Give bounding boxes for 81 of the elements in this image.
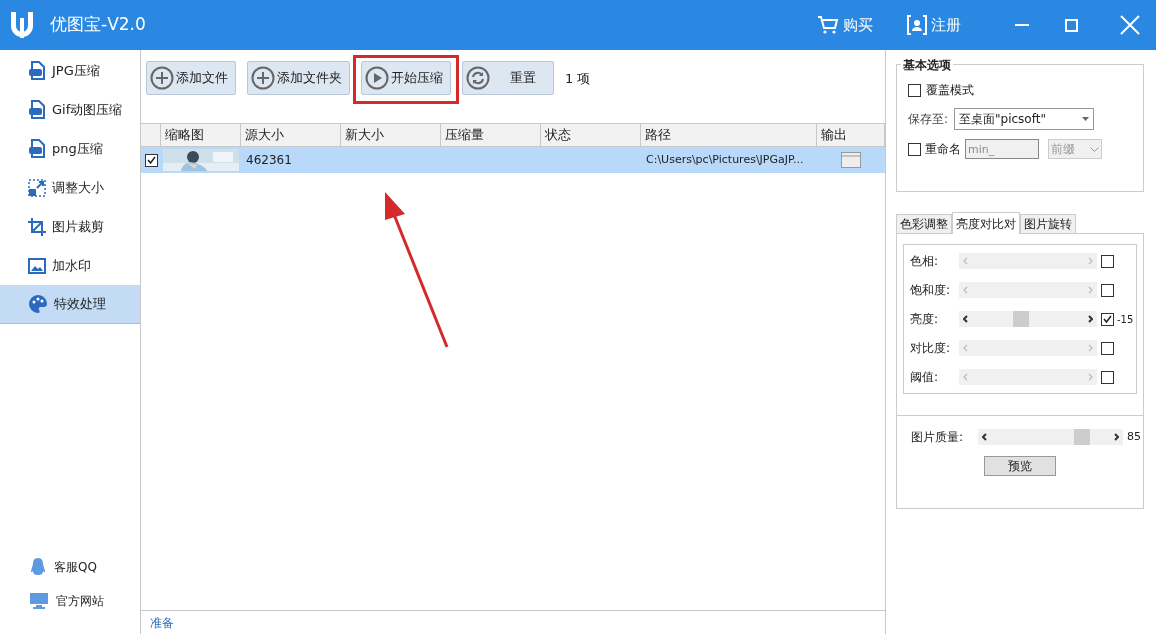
checkbox[interactable] [1101, 283, 1114, 297]
palette-icon [28, 294, 48, 314]
tab[interactable]: 亮度对比对 [952, 212, 1020, 234]
checkbox[interactable] [1101, 312, 1114, 326]
file-icon [28, 138, 46, 159]
checkbox[interactable] [1101, 341, 1114, 355]
logo-icon [8, 10, 36, 40]
sidebar-item[interactable]: JPG压缩 [0, 51, 140, 90]
column-header[interactable]: 缩略图 [161, 124, 241, 146]
slider-label: 色相: [910, 253, 940, 270]
image-icon [28, 257, 46, 274]
slider[interactable] [978, 429, 1123, 445]
column-header[interactable]: 状态 [541, 124, 641, 146]
sidebar-link[interactable]: 客服QQ [0, 550, 140, 584]
sidebar-item[interactable]: 调整大小 [0, 168, 140, 207]
folder-icon[interactable] [841, 152, 861, 168]
toolbar-button[interactable]: 开始压缩 [361, 61, 451, 95]
file-icon [28, 60, 46, 81]
penguin-icon [30, 558, 46, 576]
play-icon [365, 66, 389, 90]
resize-icon [28, 178, 46, 197]
sidebar-item[interactable]: 加水印 [0, 246, 140, 285]
slider-thumb[interactable] [1013, 311, 1030, 327]
caret-icon [1082, 117, 1090, 121]
tab[interactable]: 色彩调整 [896, 214, 952, 233]
check-icon [1103, 314, 1112, 324]
cart-icon [817, 15, 839, 35]
checkbox[interactable] [908, 142, 921, 156]
table-cell-text: 462361 [245, 152, 293, 169]
maximize-icon[interactable] [1065, 18, 1078, 32]
column-header[interactable]: 路径 [641, 124, 817, 146]
table-row[interactable]: 462361 C:\Users\pc\Pictures\JPGaJP... [141, 147, 885, 173]
checkbox[interactable] [1101, 254, 1114, 268]
title-action-button[interactable]: 注册 [907, 13, 961, 37]
slider-label: 亮度: [910, 311, 940, 328]
plus-circle-icon [150, 66, 174, 90]
window-title: 优图宝-V2.0 [50, 13, 146, 37]
item-count: 1 项 [565, 70, 591, 88]
checkbox[interactable] [1101, 370, 1114, 384]
checkbox[interactable] [144, 153, 158, 167]
checkbox-label: 覆盖模式 [926, 82, 974, 99]
minimize-icon[interactable] [1015, 24, 1029, 26]
slider-thumb[interactable] [1074, 429, 1091, 445]
checkbox[interactable] [908, 83, 921, 97]
checkbox-label: 重命名 [925, 141, 961, 158]
refresh-icon [466, 66, 490, 90]
crop-icon [28, 217, 46, 236]
slider-value: -15 [1117, 312, 1134, 327]
close-icon[interactable] [1120, 15, 1140, 35]
table-cell-text: C:\Users\pc\Pictures\JPGaJP... [645, 151, 805, 168]
column-header[interactable]: 输出 [817, 124, 885, 146]
toolbar-button[interactable]: 添加文件 [146, 61, 236, 95]
slider-label: 图片质量: [911, 429, 965, 446]
slider-value: 85 [1127, 428, 1141, 445]
id-card-icon [907, 15, 927, 35]
sidebar-item[interactable]: png压缩 [0, 129, 140, 168]
sidebar-item[interactable]: 图片裁剪 [0, 207, 140, 246]
plus-circle-icon [251, 66, 275, 90]
title-action-button[interactable]: 购买 [817, 13, 873, 37]
group-title: 基本选项 [901, 56, 953, 74]
slider-label: 饱和度: [910, 282, 952, 299]
tab[interactable]: 图片旋转 [1020, 214, 1076, 233]
toolbar-button[interactable]: 重置 [462, 61, 554, 95]
column-header[interactable]: 压缩量 [441, 124, 541, 146]
toolbar-button[interactable]: 添加文件夹 [247, 61, 350, 95]
status-text: 准备 [150, 614, 174, 632]
sidebar-item[interactable]: Gif动图压缩 [0, 90, 140, 129]
slider-label: 阈值: [910, 369, 940, 386]
column-header[interactable]: 源大小 [241, 124, 341, 146]
sidebar-item[interactable]: 特效处理 [0, 285, 140, 324]
file-icon [28, 99, 46, 120]
check-icon [146, 155, 156, 165]
slider-label: 对比度: [910, 340, 952, 357]
field-label: 保存至: [908, 111, 949, 128]
monitor-icon [30, 593, 48, 609]
sidebar-link[interactable]: 官方网站 [0, 584, 140, 618]
save-to-dropdown[interactable]: 至桌面"picsoft" [954, 108, 1095, 130]
preview-button[interactable]: 预览 [984, 456, 1056, 476]
slider[interactable] [959, 311, 1097, 327]
column-header[interactable]: 新大小 [341, 124, 441, 146]
caret-icon [1090, 146, 1099, 152]
